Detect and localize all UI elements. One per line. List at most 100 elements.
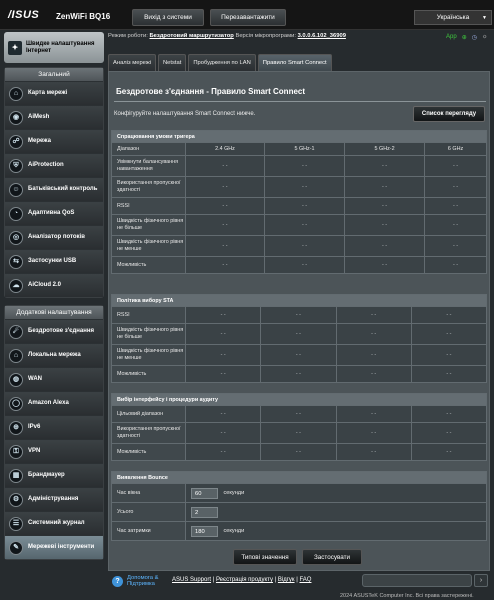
sidebar-item[interactable]: ⊕ IPv6 — [5, 415, 103, 439]
sidebar-item-label: Адміністрування — [28, 496, 79, 502]
view-list-button[interactable]: Список перегляду — [413, 106, 485, 122]
sidebar-item[interactable]: ◔ Адаптивна QoS — [5, 201, 103, 225]
sidebar-item[interactable]: ⇆ Застосунки USB — [5, 249, 103, 273]
sidebar-item[interactable]: ◍ WAN — [5, 367, 103, 391]
cell-value: - - — [260, 344, 337, 366]
sidebar-item-icon: ⌂ — [9, 86, 23, 101]
cell-value: - - — [424, 235, 487, 257]
default-values-button[interactable]: Типові значення — [233, 549, 297, 565]
product-registration-link[interactable]: Реєстрація продукту — [216, 577, 273, 583]
table-row: Швидкість фізичного рівня не менше - -- -… — [111, 344, 488, 366]
bounce-section-title: Виявлення Bounce — [111, 471, 487, 484]
sidebar-item[interactable]: ☰ Системний журнал — [5, 511, 103, 535]
reboot-button[interactable]: Перезавантажити — [210, 9, 286, 26]
sidebar-item-label: Локальна мережа — [28, 352, 81, 358]
sidebar-item[interactable]: ◉ AiMesh — [5, 105, 103, 129]
sidebar-item-label: WAN — [28, 376, 42, 382]
table-row: Використання пропускної здатності - -- --… — [111, 422, 488, 444]
dwell-time-input[interactable]: 180 — [191, 525, 218, 537]
bounce-window-row: Час вікна 60 секунди — [111, 483, 487, 503]
tab-item[interactable]: Аналіз мережі — [108, 54, 156, 71]
sidebar-item[interactable]: ☄ Бездротове з'єднання — [5, 319, 103, 343]
sidebar-item[interactable]: ⚙ Адміністрування — [5, 487, 103, 511]
help-support-link[interactable]: ? Допомога & Підтримка — [112, 575, 171, 587]
quick-setup-button[interactable]: ✦ Швидке налаштування Інтернет — [4, 32, 104, 63]
cell-value: - - — [263, 155, 346, 177]
search-icon[interactable]: › — [474, 574, 488, 587]
audit-table: Вибір інтерфейсу і процедури аудиту Ціль… — [111, 393, 488, 461]
cell-value: - - — [185, 155, 265, 177]
sidebar-item[interactable]: ◎ Аналізатор потоків — [5, 225, 103, 249]
feedback-link[interactable]: Відгук — [278, 577, 295, 583]
bounce-dwell-row: Час затримки 180 секунди — [111, 521, 487, 541]
advanced-title: Додаткові налаштування — [5, 306, 103, 319]
sidebar-item-label: Аналізатор потоків — [28, 234, 85, 240]
cell-value: - - — [260, 323, 337, 345]
sidebar-item[interactable]: ☁ AiCloud 2.0 — [5, 273, 103, 297]
firmware-link[interactable]: 3.0.0.6.102_36909 — [298, 33, 346, 39]
cell-value: - - — [260, 443, 337, 461]
row-label: Можливість — [111, 443, 186, 461]
count-input[interactable]: 2 — [191, 506, 218, 518]
sidebar-item[interactable]: ⌂ Карта мережі — [5, 81, 103, 105]
table-row: RSSI - -- -- -- - — [111, 197, 487, 215]
sidebar-item-label: Брандмауер — [28, 472, 65, 478]
sidebar-item-icon: ◯ — [9, 396, 23, 411]
cell-value: - - — [185, 235, 265, 257]
cell-value: - - — [424, 256, 487, 274]
sidebar-item-label: Застосунки USB — [28, 258, 77, 264]
table-row: Використання пропускної здатності - -- --… — [111, 176, 487, 198]
sidebar-item[interactable]: ⛨ AiProtection — [5, 153, 103, 177]
row-label: Можливість — [111, 365, 186, 383]
logout-button[interactable]: Вихід з системи — [132, 9, 204, 26]
chevron-down-icon: ▼ — [482, 14, 487, 21]
clock-icon[interactable]: ◷ — [472, 34, 477, 41]
advanced-group: Додаткові налаштування ☄ Бездротове з'єдн… — [4, 305, 104, 560]
asus-support-link[interactable]: ASUS Support — [172, 577, 211, 583]
language-select[interactable]: Українська ▼ — [414, 10, 492, 25]
help-icon: ? — [112, 575, 123, 587]
sidebar-item[interactable]: ⚿ VPN — [5, 439, 103, 463]
tab-item[interactable]: Пробудження по LAN — [188, 54, 256, 71]
cell-value: - - — [410, 422, 488, 444]
cell-value: - - — [335, 443, 412, 461]
cell-value: - - — [344, 176, 426, 198]
cell-value: - - — [263, 214, 346, 236]
quick-setup-label: Швидке налаштування Інтернет — [26, 40, 95, 54]
apply-button[interactable]: Застосувати — [302, 549, 362, 565]
sidebar-item[interactable]: ✎ Мережеві інструменти — [5, 535, 103, 559]
settings-icon[interactable]: ☼ — [482, 34, 488, 41]
window-time-input[interactable]: 60 — [191, 487, 218, 499]
tab-item[interactable]: Netstat — [158, 54, 187, 71]
cell-value: - - — [410, 344, 488, 366]
sidebar-item[interactable]: ☺ Батьківський контроль — [5, 177, 103, 201]
cell-value: - - — [344, 256, 426, 274]
table-row: Швидкість фізичного рівня не менше - -- -… — [111, 235, 487, 257]
band-header-row: Діапазон 2.4 GHz 5 GHz-1 5 GHz-2 6 GHz — [111, 142, 487, 156]
row-label: RSSI — [111, 306, 186, 324]
cell-value: - - — [335, 344, 412, 366]
band-header: 6 GHz — [424, 142, 487, 156]
faq-link[interactable]: FAQ — [299, 577, 311, 583]
row-label: Швидкість фізичного рівня не більше — [111, 323, 186, 345]
faq-search-input[interactable] — [362, 574, 472, 587]
sta-table: Політика вибору STA RSSI - -- -- -- - Швид… — [111, 294, 488, 383]
mode-link[interactable]: Бездротовий маршрутизатор — [149, 33, 233, 39]
tab-item[interactable]: Правило Smart Connect — [257, 54, 332, 71]
sidebar-item[interactable]: ◯ Amazon Alexa — [5, 391, 103, 415]
sidebar-item-icon: ☁ — [9, 278, 23, 293]
cell-value: - - — [184, 323, 262, 345]
sidebar-item[interactable]: ▦ Брандмауер — [5, 463, 103, 487]
app-icon[interactable]: App — [446, 34, 457, 41]
sidebar-item[interactable]: ☍ Мережа — [5, 129, 103, 153]
globe-icon[interactable]: ⊕ — [462, 34, 467, 41]
cell-value: - - — [185, 256, 265, 274]
cell-value: - - — [344, 197, 426, 215]
mode-label: Режим роботи: — [108, 33, 148, 39]
sidebar-item-label: AiCloud 2.0 — [28, 282, 62, 288]
sidebar-item[interactable]: ⌂ Локальна мережа — [5, 343, 103, 367]
copyright: 2024 ASUSTeK Computer Inc. Всі права зас… — [340, 593, 474, 599]
bounce-count-label: Усього — [111, 502, 186, 522]
sidebar-item-label: VPN — [28, 448, 41, 454]
cell-value: - - — [424, 214, 487, 236]
